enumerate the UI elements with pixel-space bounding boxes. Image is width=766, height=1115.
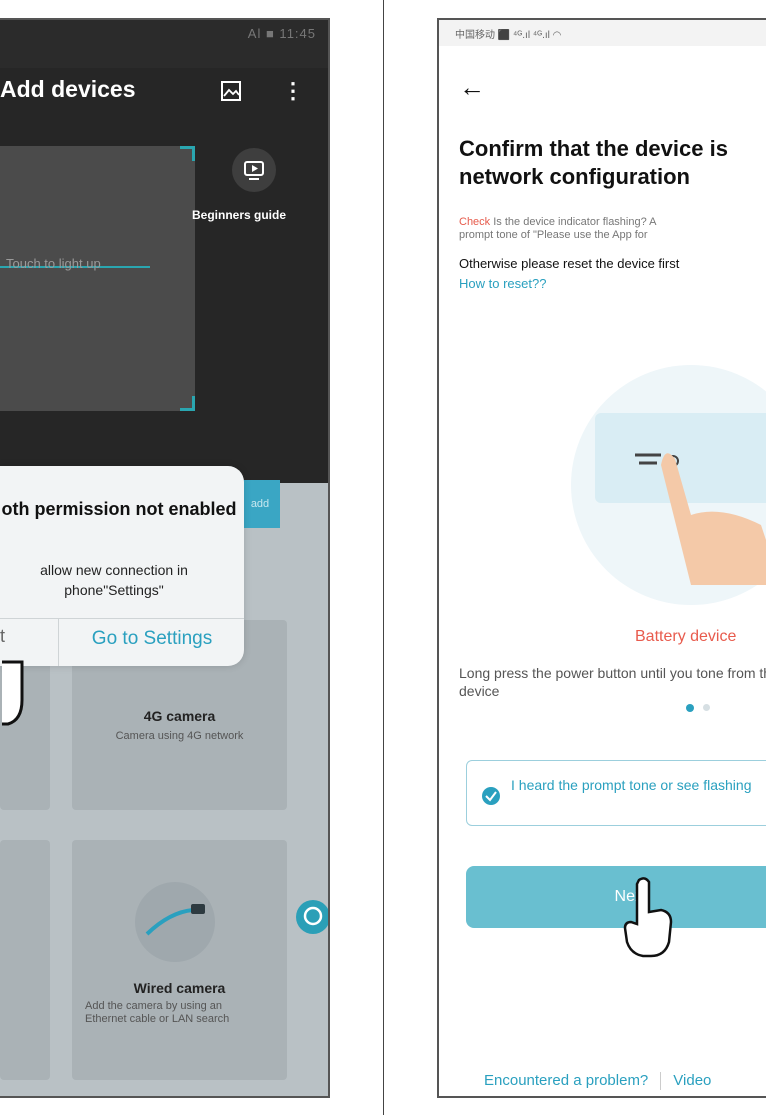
ethernet-cable-icon <box>135 882 215 962</box>
left-phone-screen: Al ■ 11:45 Add devices ⋮ Touch to light … <box>0 18 330 1098</box>
bottom-links: Encountered a problem? Video <box>484 1072 711 1091</box>
status-bar: Al ■ 11:45 <box>0 20 328 68</box>
finger-tap-icon <box>651 425 766 590</box>
check-text-line2: prompt tone of "Please use the App for <box>459 229 648 241</box>
carousel-dot-active[interactable] <box>686 704 694 712</box>
go-to-settings-button[interactable]: Go to Settings <box>62 628 242 650</box>
dialog-button-divider <box>58 618 59 666</box>
encountered-problem-link[interactable]: Encountered a problem? <box>484 1072 648 1089</box>
page-title: Add devices <box>0 76 136 102</box>
check-prefix: Check <box>459 216 491 228</box>
viewfinder-corner <box>180 146 195 161</box>
video-guide-icon[interactable] <box>232 148 276 192</box>
device-card[interactable] <box>0 840 50 1080</box>
status-bar: 中国移动 ⬛ ⁴ᴳ.ıl ⁴ᴳ.ıl ◠ <box>439 20 766 46</box>
how-to-reset-link[interactable]: How to reset?? <box>459 276 546 291</box>
back-arrow-icon[interactable]: ← <box>459 74 485 100</box>
status-indicators: Al ■ 11:45 <box>247 26 316 41</box>
carrier-status: 中国移动 ⬛ ⁴ᴳ.ıl ⁴ᴳ.ıl ◠ <box>455 30 562 41</box>
heading-line: network configuration <box>459 164 690 189</box>
next-button[interactable]: Next <box>466 866 766 928</box>
confirm-checkbox-label[interactable]: I heard the prompt tone or see flashing <box>511 776 766 794</box>
battery-device-label: Battery device <box>635 628 737 645</box>
link-separator <box>660 1072 662 1091</box>
check-text: Is the device indicator flashing? A <box>490 216 657 228</box>
dialog-divider <box>0 618 244 619</box>
viewfinder-corner <box>180 396 195 411</box>
panel-divider <box>383 0 384 1115</box>
carousel-dot[interactable] <box>703 704 710 711</box>
add-device-side-button[interactable]: add <box>240 480 280 528</box>
page-heading: Confirm that the device is network confi… <box>459 135 766 191</box>
hand-pointer-icon <box>621 876 677 965</box>
device-illustration <box>571 365 766 605</box>
4g-camera-title: 4G camera <box>143 708 216 724</box>
right-phone-screen: 中国移动 ⬛ ⁴ᴳ.ıl ⁴ᴳ.ıl ◠ ← Confirm that the … <box>437 18 766 1098</box>
touch-to-light-label[interactable]: Touch to light up <box>6 256 101 271</box>
dialog-title: oth permission not enabled <box>1 499 237 519</box>
wired-camera-title: Wired camera <box>133 980 226 996</box>
check-instruction: Check Is the device indicator flashing? … <box>459 216 766 242</box>
more-vertical-icon[interactable]: ⋮ <box>282 80 304 102</box>
4g-camera-desc: Camera using 4G network <box>115 730 244 742</box>
hand-pointer-icon <box>0 660 40 735</box>
reset-instruction: Otherwise please reset the device first <box>459 256 680 271</box>
heading-line: Confirm that the device is <box>459 136 728 161</box>
check-circle-icon[interactable] <box>481 786 501 811</box>
qr-viewfinder[interactable] <box>0 146 195 411</box>
cancel-button[interactable]: t <box>0 626 20 647</box>
long-press-instruction: Long press the power button until you to… <box>459 665 766 699</box>
wired-camera-desc: Add the camera by using an Ethernet cabl… <box>85 1000 230 1025</box>
dialog-message: allow new connection in phone"Settings" <box>40 562 188 598</box>
image-icon[interactable] <box>220 80 242 107</box>
video-link[interactable]: Video <box>673 1072 711 1089</box>
chat-bubble-icon[interactable] <box>296 900 328 934</box>
beginners-guide-button[interactable]: Beginners guide <box>192 208 286 222</box>
